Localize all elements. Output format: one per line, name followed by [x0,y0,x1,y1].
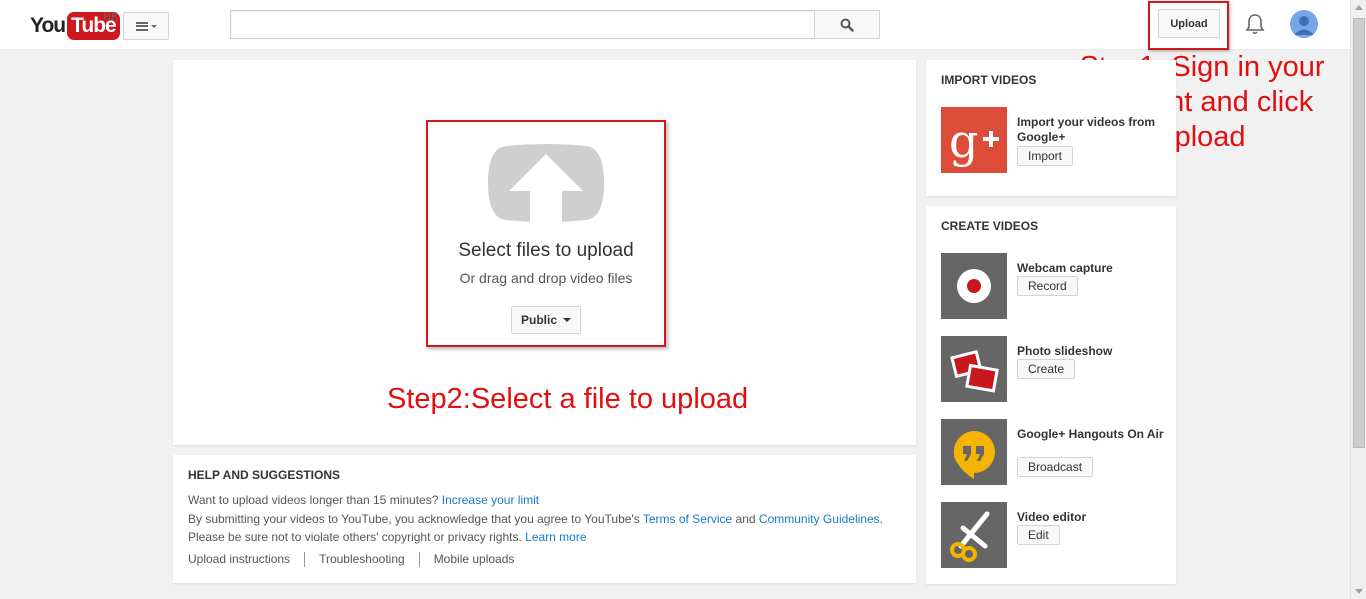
drag-drop-hint: Or drag and drop video files [459,270,633,286]
upload-button[interactable]: Upload [1158,9,1220,38]
help-line-limit: Want to upload videos longer than 15 min… [188,493,539,507]
learn-more-link[interactable]: Learn more [525,530,586,544]
help-links: Upload instructions Troubleshooting Mobi… [188,552,528,567]
search-input[interactable] [230,10,815,39]
help-text: . [879,512,883,526]
guide-menu-button[interactable] [123,12,169,40]
record-button[interactable]: Record [1017,276,1078,296]
chevron-down-icon [563,318,571,322]
import-videos-title: IMPORT VIDEOS [941,73,1037,87]
help-text: Please be sure not to violate others' co… [188,530,522,544]
video-editor-label: Video editor [1017,510,1087,524]
help-text: Want to upload videos longer than 15 min… [188,493,439,507]
import-label: Import your videos from Google+ [1017,115,1156,144]
webcam-record-icon [941,253,1007,319]
help-title: HELP AND SUGGESTIONS [188,468,341,482]
upload-panel: Select files to upload Or drag and drop … [173,60,916,445]
notification-bell-icon[interactable] [1244,12,1266,36]
troubleshooting-link[interactable]: Troubleshooting [304,552,419,567]
import-videos-panel: IMPORT VIDEOS g Import your videos from … [926,60,1176,196]
help-text: By submitting your videos to YouTube, yo… [188,512,640,526]
search-icon [840,18,854,32]
create-videos-panel: CREATE VIDEOS Webcam capture Record Phot… [926,206,1176,584]
help-line-copyright: Please be sure not to violate others' co… [188,530,587,544]
help-panel: HELP AND SUGGESTIONS Want to upload vide… [173,455,916,583]
create-videos-title: CREATE VIDEOS [941,219,1039,233]
menu-icon [135,21,148,31]
region-label: HK [103,11,119,23]
search-button[interactable] [814,10,880,39]
chevron-down-icon [150,24,157,28]
photo-slideshow-icon [941,336,1007,402]
select-files-dropzone[interactable]: Select files to upload Or drag and drop … [426,120,666,347]
webcam-capture-item: Webcam capture Record [941,253,1166,319]
scroll-up-icon[interactable] [1355,5,1363,10]
create-button[interactable]: Create [1017,359,1076,379]
import-button[interactable]: Import [1017,146,1074,166]
logo-you-text: You [30,14,66,37]
user-avatar-icon [1290,10,1318,38]
mobile-uploads-link[interactable]: Mobile uploads [418,552,529,567]
hangouts-on-air-item: Google+ Hangouts On Air Broadcast [941,419,1166,485]
privacy-dropdown[interactable]: Public [511,306,581,334]
broadcast-button[interactable]: Broadcast [1017,457,1094,477]
help-line-terms: By submitting your videos to YouTube, yo… [188,512,883,526]
privacy-value: Public [520,313,557,327]
photo-slideshow-label: Photo slideshow [1017,344,1113,358]
edit-button[interactable]: Edit [1017,525,1060,545]
increase-limit-link[interactable]: Increase your limit [442,493,539,507]
photo-slideshow-item: Photo slideshow Create [941,336,1166,402]
step2-annotation: Step2:Select a file to upload [387,383,749,415]
avatar[interactable] [1290,10,1318,38]
help-text: and [735,512,756,526]
hangouts-icon [941,419,1007,485]
community-guidelines-link[interactable]: Community Guidelines [759,512,880,526]
scroll-down-icon[interactable] [1355,589,1363,594]
select-files-title[interactable]: Select files to upload [428,240,664,262]
upload-instructions-link[interactable]: Upload instructions [188,552,304,567]
upload-arrow-icon[interactable] [486,144,606,222]
hangouts-label: Google+ Hangouts On Air [1017,427,1164,441]
vertical-scrollbar[interactable] [1350,0,1366,599]
video-editor-item: Video editor Edit [941,502,1166,568]
webcam-capture-label: Webcam capture [1017,261,1113,275]
terms-of-service-link[interactable]: Terms of Service [643,512,732,526]
masthead: You Tube HK Upload [0,0,1350,50]
import-googleplus-item: g Import your videos from Google+ Import [941,107,1166,173]
scroll-thumb[interactable] [1353,18,1365,448]
svg-text:g: g [949,114,978,168]
google-plus-icon: g [941,107,1007,173]
scissors-icon [941,502,1007,568]
